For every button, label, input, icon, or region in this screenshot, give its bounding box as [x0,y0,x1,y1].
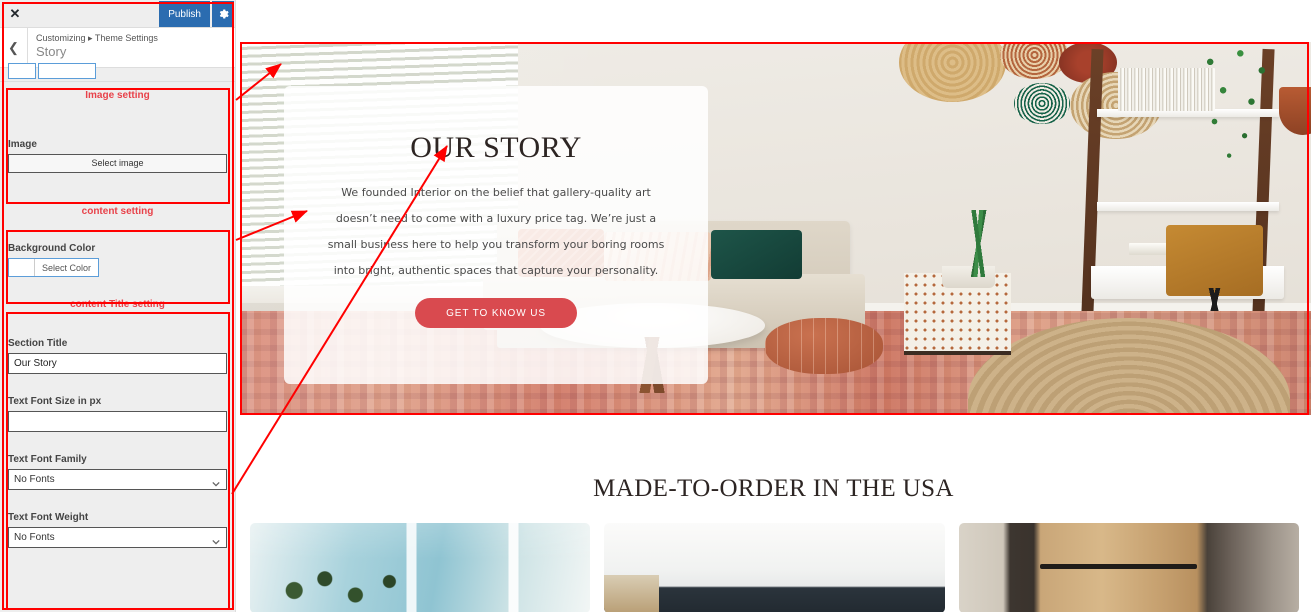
made-to-order-title: MADE-TO-ORDER IN THE USA [236,475,1311,503]
page-title: Story [36,44,67,59]
color-swatch [9,259,35,276]
theme-preview-pane: OUR STORY We founded Interior on the bel… [236,0,1311,612]
chevron-left-icon[interactable]: ❮ [0,28,28,67]
text-font-weight-value: No Fonts [14,532,55,543]
section-title-input[interactable] [8,353,227,374]
group-title-image-setting: Image setting [85,90,150,101]
close-icon[interactable]: ✕ [0,0,30,28]
field-label-background-color: Background Color [8,243,96,254]
field-label-text-font-weight: Text Font Weight [8,512,89,523]
customizer-header-text: Customizing ▸ Theme Settings Story [28,28,235,67]
customizer-device-strip [0,63,235,82]
gear-icon[interactable] [212,1,234,27]
made-to-order-section: MADE-TO-ORDER IN THE USA [236,415,1311,612]
select-color-button[interactable]: Select Color [8,258,100,277]
chevron-down-icon [212,534,220,545]
group-content-setting: content setting Background Color Select … [0,198,235,291]
field-text-font-weight: Text Font Weight No Fonts [8,512,227,548]
story-paragraph: We founded Interior on the belief that g… [327,186,665,277]
field-text-font-size: Text Font Size in px [8,396,227,432]
publish-button[interactable]: Publish [159,1,210,27]
select-color-label: Select Color [42,262,92,273]
made-to-order-title-text: MADE-TO-ORDER IN THE USA [589,475,958,503]
field-image: Image Select image [8,139,227,173]
group-title-content-setting: content setting [81,206,154,217]
chevron-down-icon [212,476,220,487]
field-label-section-title: Section Title [8,338,68,349]
field-background-color: Background Color Select Color [8,243,227,281]
plants-by-window-photo[interactable] [250,523,591,612]
thumbnail-row [250,523,1299,612]
field-label-text-font-size: Text Font Size in px [8,396,102,407]
story-hero-section: OUR STORY We founded Interior on the bel… [240,42,1311,415]
customizer-sidebar: ✕ Publish ❮ Customizing ▸ Theme Settings… [0,0,236,612]
ceiling-corner-photo[interactable] [604,523,945,612]
field-text-font-family: Text Font Family No Fonts [8,454,227,490]
get-to-know-us-button[interactable]: GET TO KNOW US [415,298,577,328]
text-font-family-select[interactable]: No Fonts [8,469,227,490]
topbar-actions: Publish [159,1,234,27]
select-image-button[interactable]: Select image [8,154,227,173]
text-font-family-value: No Fonts [14,474,55,485]
group-title-content-title-setting: content Title setting [70,299,165,310]
screen-root: ✕ Publish ❮ Customizing ▸ Theme Settings… [0,0,1311,612]
story-title: OUR STORY [404,130,588,166]
text-font-size-input[interactable] [8,411,227,432]
field-label-image: Image [8,139,37,150]
field-label-text-font-family: Text Font Family [8,454,87,465]
customizer-topbar: ✕ Publish [0,0,235,28]
group-image-setting: Image setting Image Select image [0,82,235,198]
device-buttons[interactable] [8,63,98,79]
group-content-title-setting: content Title setting Section Title Text… [0,291,235,548]
story-content-card: OUR STORY We founded Interior on the bel… [284,86,708,384]
field-section-title: Section Title [8,338,227,374]
text-font-weight-select[interactable]: No Fonts [8,527,227,548]
wood-door-photo[interactable] [958,523,1299,612]
customizer-header: ❮ Customizing ▸ Theme Settings Story [0,28,235,68]
customizer-body: Image setting Image Select image content… [0,82,235,548]
breadcrumb: Customizing ▸ Theme Settings [36,33,158,43]
